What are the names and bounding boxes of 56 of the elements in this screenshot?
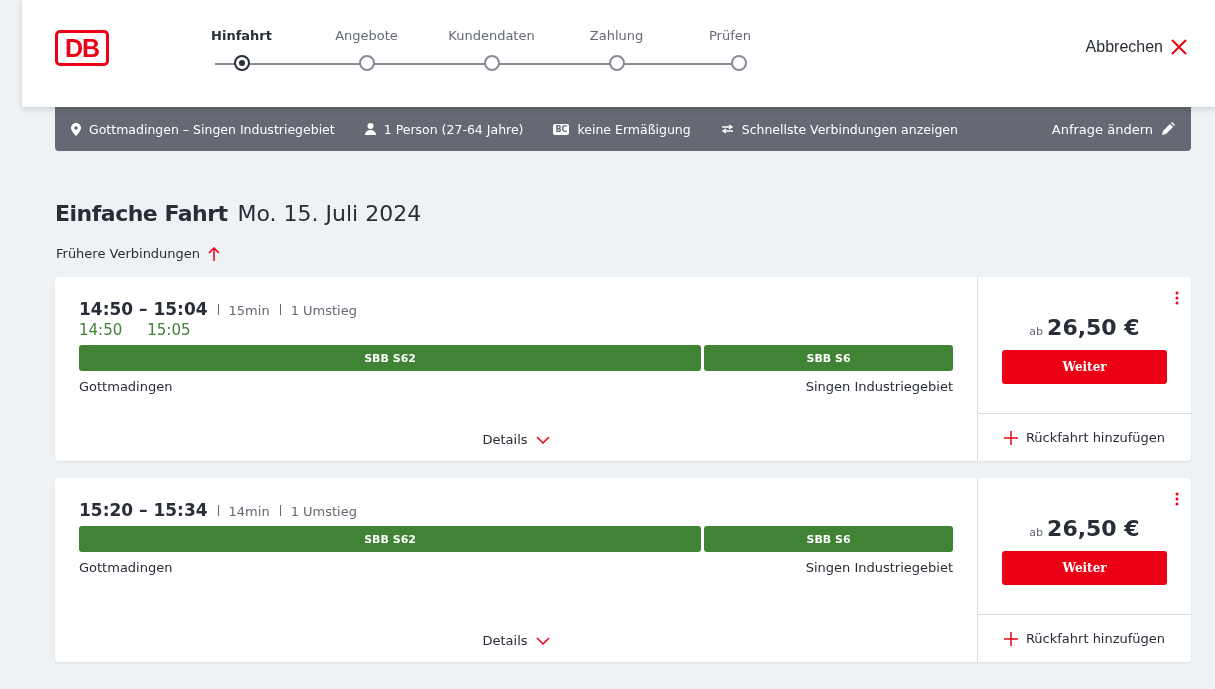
transfers: 1 Umstieg	[290, 504, 357, 519]
location-pin-icon	[71, 122, 81, 136]
duration: 15min	[228, 303, 270, 318]
realtime-time: 15:05	[147, 321, 191, 339]
swap-arrows-icon	[720, 124, 734, 134]
train-segment: SBB S6	[704, 345, 953, 371]
progress-step[interactable]: Hinfahrt	[179, 28, 304, 71]
progress-step[interactable]: Zahlung	[554, 28, 679, 71]
chevron-down-icon	[535, 435, 550, 444]
person-icon	[364, 123, 376, 135]
more-dots-icon	[1175, 492, 1179, 506]
edit-request-button[interactable]: Anfrage ändern	[1051, 121, 1175, 137]
progress-step[interactable]: Kundendaten	[429, 28, 554, 71]
realtime-time: 14:50	[79, 321, 123, 339]
pencil-icon	[1161, 122, 1175, 136]
plus-icon	[1003, 430, 1018, 445]
train-segment: SBB S6	[704, 526, 953, 552]
bahncard-icon: BC	[553, 123, 570, 135]
summary-text: keine Ermäßigung	[577, 121, 691, 137]
plus-icon	[1003, 631, 1018, 646]
transfers: 1 Umstieg	[290, 303, 357, 318]
more-options-button[interactable]	[1175, 492, 1179, 506]
progress-step[interactable]: Angebote	[304, 28, 429, 71]
duration: 14min	[228, 504, 270, 519]
add-return-button[interactable]: Rückfahrt hinzufügen	[1003, 430, 1166, 445]
summary-text: Schnellste Verbindungen anzeigen	[741, 121, 958, 137]
more-dots-icon	[1175, 291, 1179, 305]
chevron-down-icon	[535, 636, 550, 645]
db-logo: DB	[55, 30, 109, 66]
details-toggle[interactable]: Details	[482, 633, 550, 648]
continue-button[interactable]: Weiter	[1002, 350, 1167, 384]
travel-date: Mo. 15. Juli 2024	[237, 201, 422, 226]
add-return-button[interactable]: Rückfahrt hinzufügen	[1003, 631, 1166, 646]
price: 26,50 €	[1047, 516, 1140, 541]
destination-station: Singen Industriegebiet	[805, 379, 953, 394]
arrow-up-icon	[208, 246, 221, 261]
price-prefix: ab	[1029, 526, 1044, 539]
origin-station: Gottmadingen	[79, 379, 173, 394]
destination-station: Singen Industriegebiet	[805, 560, 953, 575]
train-segment: SBB S62	[79, 526, 702, 552]
page-title: Einfache Fahrt	[55, 201, 228, 226]
summary-text: Gottmadingen – Singen Industriegebiet	[89, 121, 335, 137]
train-segment: SBB S62	[79, 345, 702, 371]
close-icon	[1171, 39, 1187, 55]
price: 26,50 €	[1047, 315, 1140, 340]
progress-step[interactable]: Prüfen	[679, 28, 751, 71]
more-options-button[interactable]	[1175, 291, 1179, 305]
origin-station: Gottmadingen	[79, 560, 173, 575]
cancel-button[interactable]: Abbrechen	[1085, 38, 1187, 56]
continue-button[interactable]: Weiter	[1002, 551, 1167, 585]
details-toggle[interactable]: Details	[482, 432, 550, 447]
departure-arrival-times: 15:20 – 15:34	[79, 500, 208, 520]
summary-text: 1 Person (27-64 Jahre)	[383, 121, 524, 137]
price-prefix: ab	[1029, 325, 1044, 338]
earlier-connections-link[interactable]: Frühere Verbindungen	[56, 246, 221, 261]
departure-arrival-times: 14:50 – 15:04	[79, 299, 208, 319]
